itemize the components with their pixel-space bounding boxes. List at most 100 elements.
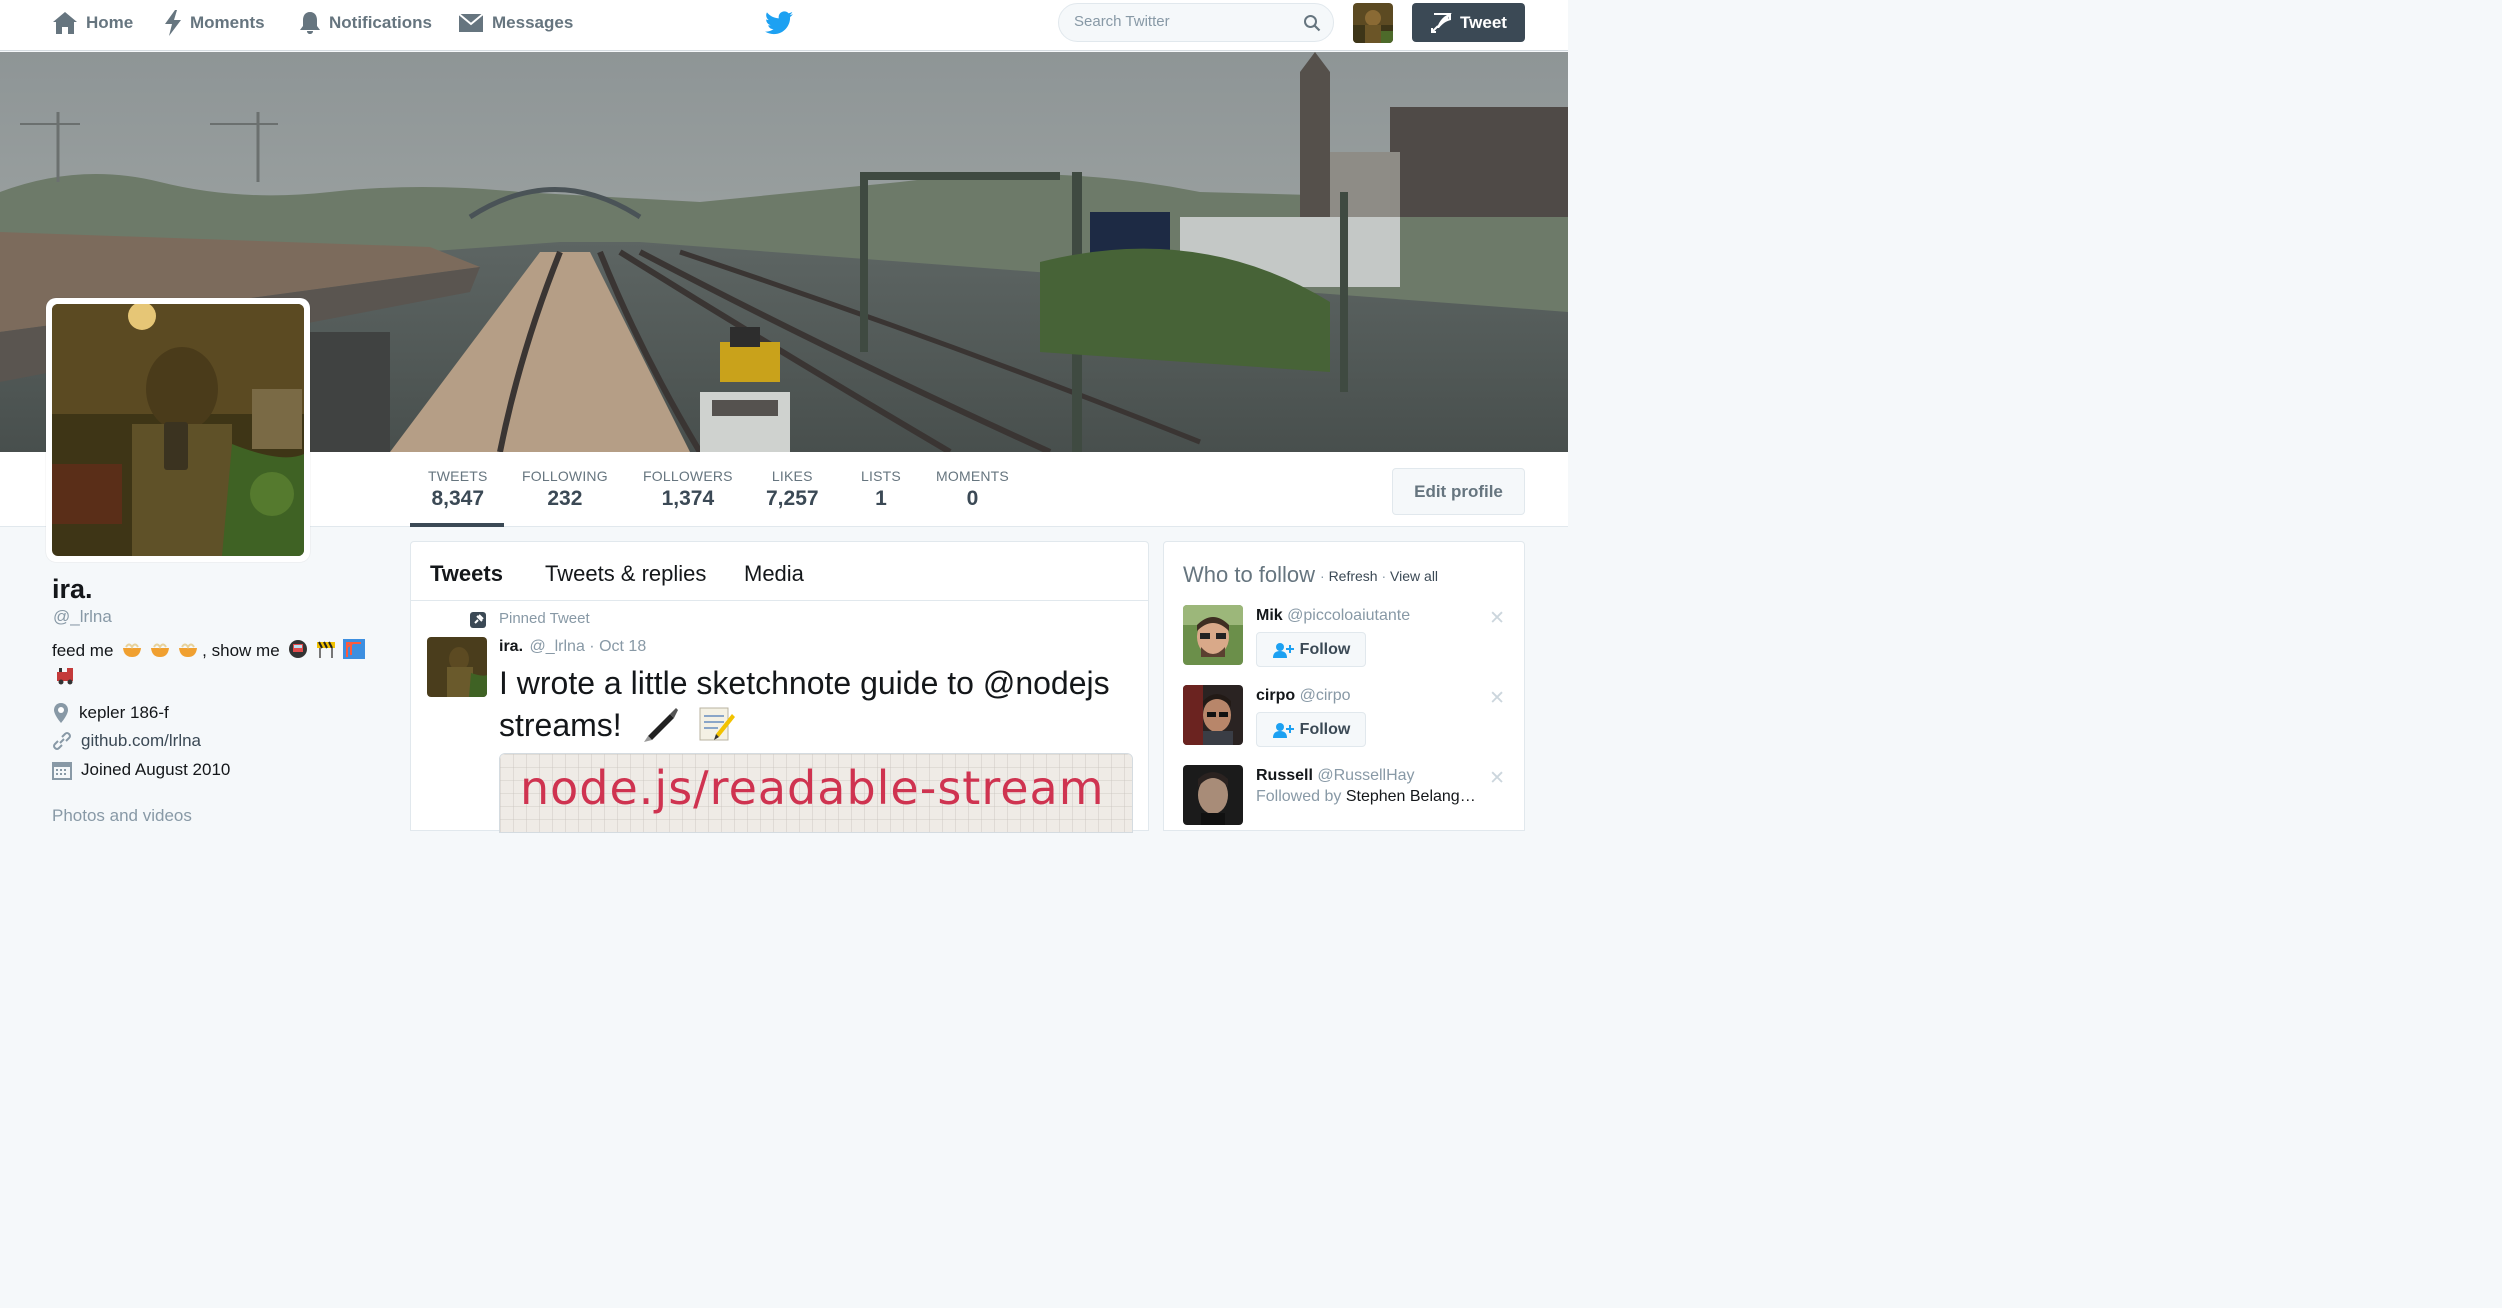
tweet-header: ira. @_lrlna · Oct 18 [499,638,646,656]
stat-following-value: 232 [547,487,583,510]
bio-text-2: , show me [202,641,280,660]
suggestion-name[interactable]: Russell [1256,767,1313,784]
search-icon[interactable] [1303,14,1321,32]
nav-messages[interactable]: Messages [458,0,573,46]
tweet-author-name[interactable]: ira. [499,638,523,655]
search-input[interactable] [1074,13,1294,30]
suggestion-avatar[interactable] [1183,765,1243,825]
timeline-tabs: Tweets Tweets & replies Media [411,542,1148,601]
add-user-icon [1272,722,1294,738]
tweet-separator: · [589,638,600,655]
nav-home-label: Home [86,13,134,32]
suggestion-handle[interactable]: @cirpo [1300,687,1351,704]
profile-joined: Joined August 2010 [52,760,230,780]
who-to-follow-title: Who to follow [1183,562,1316,587]
stat-moments[interactable]: MOMENTS 0 [936,468,1009,511]
follow-button[interactable]: Follow [1256,632,1366,667]
link-icon [53,732,71,750]
tab-tweets[interactable]: Tweets [430,561,503,587]
refresh-link[interactable]: Refresh [1329,568,1378,584]
noodle-bowl-icon [123,643,142,657]
nav-notifications-label: Notifications [329,13,432,32]
tweet-media-image[interactable]: node.js/readable-stream [499,753,1133,833]
stat-tweets[interactable]: TWEETS 8,347 [428,468,488,511]
stat-likes-value: 7,257 [766,487,819,510]
view-all-link[interactable]: View all [1390,568,1438,584]
profile-location-text: kepler 186-f [79,703,169,722]
timeline: Tweets Tweets & replies Media Pinned Twe… [410,541,1149,833]
pinned-tweet-label: Pinned Tweet [499,610,590,627]
sketchnote-title-text: node.js/readable-stream [520,761,1105,815]
nav-home[interactable]: Home [52,0,133,46]
followed-by-text: Followed by Stephen Belang… [1256,788,1476,806]
envelope-icon [458,13,484,32]
profile-avatar[interactable] [46,298,310,562]
suggestion-avatar[interactable] [1183,685,1243,745]
stat-tweets-value: 8,347 [431,487,485,510]
compose-tweet-label: Tweet [1460,12,1507,32]
dismiss-icon[interactable]: ✕ [1489,607,1505,630]
profile-handle[interactable]: @_lrlna [53,607,112,627]
stat-likes-label: LIKES [771,468,813,484]
stat-followers[interactable]: FOLLOWERS 1,374 [643,468,733,511]
bio-text-1: feed me [52,641,114,660]
search-box[interactable] [1058,3,1334,42]
dismiss-icon[interactable]: ✕ [1489,767,1505,790]
profile-bio: feed me , show me [52,638,382,690]
crane-icon [343,639,366,659]
tweet-date[interactable]: Oct 18 [599,638,646,655]
metro-train-icon [289,640,308,658]
quill-icon [1431,12,1453,33]
stat-likes[interactable]: LIKES 7,257 [766,468,819,511]
followed-by-name[interactable]: Stephen Belang… [1346,788,1476,805]
tab-media[interactable]: Media [744,561,804,587]
suggestion-name-line: Russell @RussellHay [1256,767,1415,785]
stat-followers-value: 1,374 [661,487,715,510]
calendar-icon [52,762,72,780]
nav-notifications[interactable]: Notifications [299,0,432,46]
stat-lists-label: LISTS [861,468,901,484]
nav-messages-label: Messages [492,13,574,32]
tab-tweets-and-replies[interactable]: Tweets & replies [545,561,706,587]
fountain-pen-icon [643,708,678,742]
account-avatar[interactable] [1353,3,1393,43]
follow-button-label: Follow [1299,640,1351,658]
tweet-text-content: I wrote a little sketchnote guide to @no… [499,665,1110,743]
edit-profile-button[interactable]: Edit profile [1392,468,1525,515]
active-stat-underline [410,523,504,527]
noodle-bowl-icon [179,643,198,657]
stat-lists[interactable]: LISTS 1 [861,468,901,511]
stat-following[interactable]: FOLLOWING 232 [522,468,608,511]
follow-button[interactable]: Follow [1256,712,1366,747]
top-navigation-bar: Home Moments Notifications Messages Twee… [0,0,1568,51]
suggestion-russell: Russell @RussellHay ✕ Followed by Stephe… [1183,765,1513,827]
stat-moments-label: MOMENTS [936,468,1009,484]
steam-locomotive-icon [57,668,73,685]
stat-tweets-label: TWEETS [428,468,488,484]
compose-tweet-button[interactable]: Tweet [1412,3,1525,42]
profile-website[interactable]: github.com/lrlna [52,731,201,751]
suggestion-cirpo: cirpo @cirpo ✕ Follow [1183,685,1513,747]
tweet-author-avatar[interactable] [427,637,487,697]
dismiss-icon[interactable]: ✕ [1489,687,1505,710]
photos-and-videos-link[interactable]: Photos and videos [52,806,192,826]
twitter-bird-icon[interactable] [765,11,793,35]
suggestion-avatar[interactable] [1183,605,1243,665]
suggestion-name[interactable]: cirpo [1256,687,1295,704]
suggestion-name-line: Mik @piccoloaiutante [1256,607,1410,625]
memo-icon [699,707,736,741]
profile-website-text[interactable]: github.com/lrlna [81,731,201,751]
followed-by-prefix: Followed by [1256,788,1342,805]
suggestion-handle[interactable]: @RussellHay [1317,767,1414,784]
profile-name[interactable]: ira. [52,574,93,605]
suggestion-handle[interactable]: @piccoloaiutante [1287,607,1410,624]
add-user-icon [1272,642,1294,658]
tweet-author-handle[interactable]: @_lrlna [529,638,584,655]
bell-icon [300,12,320,34]
stat-lists-value: 1 [875,487,887,510]
stat-moments-value: 0 [966,487,979,510]
nav-moments[interactable]: Moments [164,0,265,46]
suggestion-name[interactable]: Mik [1256,607,1283,624]
stat-followers-label: FOLLOWERS [643,468,733,484]
stat-following-label: FOLLOWING [522,468,608,484]
